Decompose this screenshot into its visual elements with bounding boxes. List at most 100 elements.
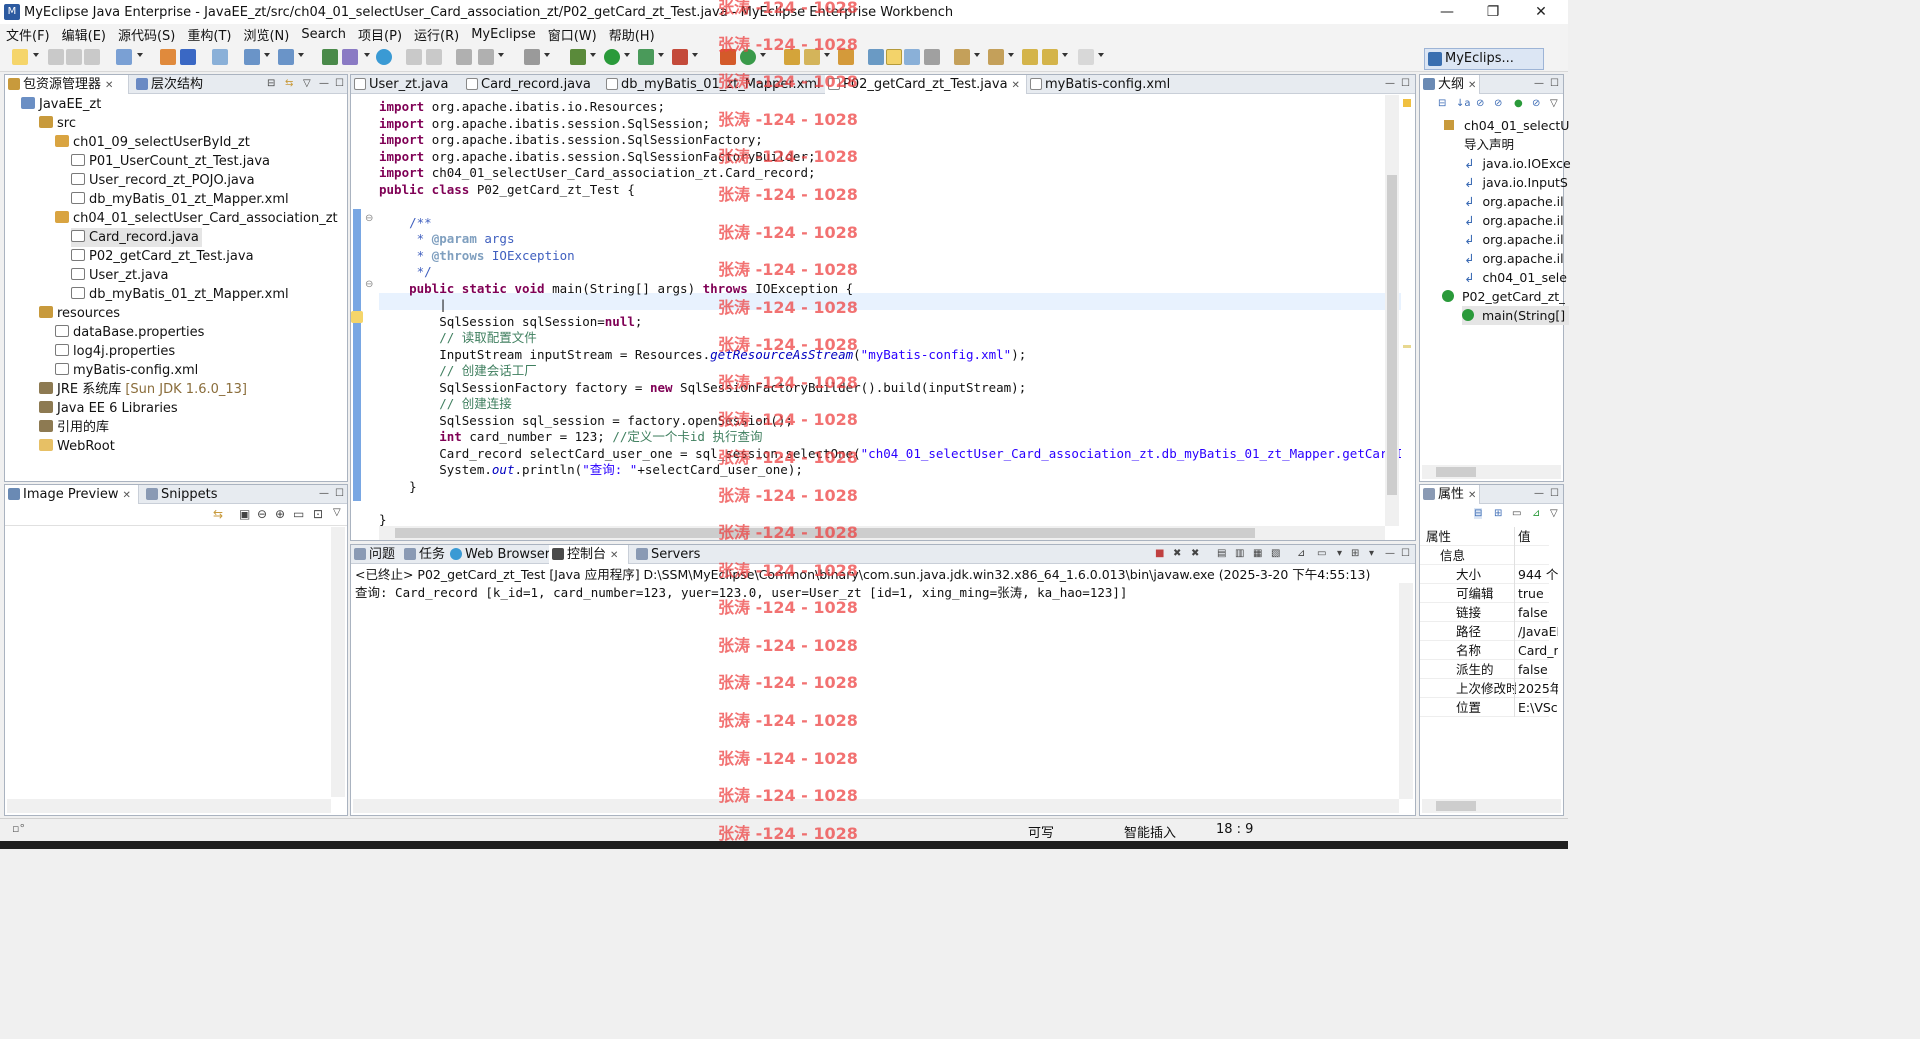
editor-hscroll-thumb[interactable] — [395, 528, 1255, 538]
editor-vscroll-thumb[interactable] — [1387, 175, 1397, 495]
property-row[interactable]: 路径/JavaEE_ — [1420, 622, 1558, 641]
run-coverage-icon[interactable] — [638, 49, 654, 65]
close-icon[interactable]: ✕ — [1468, 490, 1476, 501]
property-row[interactable]: 上次修改时2025年3 — [1420, 679, 1558, 698]
outline-horizontal-scrollbar[interactable] — [1422, 465, 1561, 479]
next-annotation-icon[interactable] — [954, 49, 970, 65]
show-advanced-icon[interactable]: ⊞ — [1494, 508, 1502, 519]
zoom-in-icon[interactable]: ⊕ — [275, 507, 285, 521]
menu-source[interactable]: 源代码(S) — [112, 25, 181, 44]
highlight-icon[interactable] — [886, 49, 902, 65]
minimize-view-icon[interactable]: — — [1385, 78, 1395, 89]
tree-item[interactable]: myBatis-config.xml — [55, 361, 198, 380]
tab-tasks[interactable]: 任务 — [401, 545, 447, 564]
minimize-view-icon[interactable]: — — [319, 78, 329, 89]
tree-item[interactable]: Java EE 6 Libraries — [39, 399, 178, 418]
property-row[interactable]: 可编辑 true — [1420, 584, 1549, 603]
outline-item[interactable]: ↲ org.apache.il — [1464, 230, 1564, 249]
restore-default-icon[interactable]: ▭ — [1512, 508, 1521, 519]
minimize-view-icon[interactable]: — — [1534, 78, 1544, 89]
back-icon[interactable] — [1042, 49, 1058, 65]
toggle-breadcrumb-icon[interactable] — [868, 49, 884, 65]
outline-item[interactable]: ↲ org.apache.il — [1464, 192, 1564, 211]
property-row[interactable]: 大小944 个字 — [1420, 565, 1558, 584]
server-dropdown-icon[interactable] — [264, 53, 270, 57]
zoom-out-icon[interactable]: ⊖ — [257, 507, 267, 521]
web-project-icon[interactable] — [322, 49, 338, 65]
next-annotation-dropdown-icon[interactable] — [974, 53, 980, 57]
back-dropdown-icon[interactable] — [1062, 53, 1068, 57]
menu-run[interactable]: 运行(R) — [408, 25, 465, 44]
property-row[interactable]: 链接 false — [1420, 603, 1549, 622]
tree-item[interactable]: resources — [39, 304, 120, 323]
fold-icon[interactable]: ⊖ — [365, 279, 373, 290]
new-class-icon[interactable] — [720, 49, 736, 65]
menu-help[interactable]: 帮助(H) — [603, 25, 661, 44]
refresh-dropdown-icon[interactable] — [760, 53, 766, 57]
pen-dropdown-icon[interactable] — [824, 53, 830, 57]
show-on-output-icon[interactable]: ▧ — [1271, 548, 1280, 559]
save-icon[interactable] — [48, 49, 64, 65]
publish-dropdown-icon[interactable] — [364, 53, 370, 57]
link-with-editor-icon[interactable]: ⇆ — [285, 78, 293, 89]
show-whitespace-icon[interactable] — [924, 49, 940, 65]
minimize-view-icon[interactable]: — — [1385, 548, 1395, 559]
outline-item[interactable]: P02_getCard_zt_ — [1442, 287, 1565, 306]
previous-annotation-dropdown-icon[interactable] — [1008, 53, 1014, 57]
tree-item[interactable]: src — [39, 114, 76, 133]
debug-icon[interactable] — [570, 49, 586, 65]
view-menu-icon[interactable]: ▽ — [1550, 508, 1558, 519]
fold-icon[interactable]: ⊖ — [365, 213, 373, 224]
hide-nonpublic-icon[interactable]: ● — [1514, 98, 1523, 109]
browser-icon[interactable] — [376, 49, 392, 65]
actual-size-icon[interactable]: ▭ — [293, 507, 304, 521]
tree-item[interactable]: P01_UserCount_zt_Test.java — [71, 152, 270, 171]
tree-item[interactable]: User_zt.java — [71, 266, 168, 285]
tab-console[interactable]: 控制台 ✕ — [549, 545, 629, 564]
display-console-icon[interactable]: ▭ — [1317, 548, 1326, 559]
outline-item[interactable]: ch04_01_selectU — [1444, 116, 1569, 135]
fit-window-icon[interactable]: ⊡ — [313, 507, 323, 521]
block-selection-icon[interactable] — [904, 49, 920, 65]
display-console-dropdown-icon[interactable]: ▾ — [1337, 548, 1342, 559]
property-row[interactable]: 名称Card_re — [1420, 641, 1558, 660]
maximize-button[interactable]: ❐ — [1470, 0, 1516, 24]
preview-horizontal-scrollbar[interactable] — [7, 799, 331, 813]
remove-launch-icon[interactable]: ✖ — [1173, 548, 1181, 559]
menu-myeclipse[interactable]: MyEclipse — [465, 27, 542, 42]
tab-mapper-xml[interactable]: db_myBatis_01_zt_Mapper.xml — [603, 75, 823, 94]
open-type-icon[interactable] — [160, 49, 176, 65]
forward-icon[interactable] — [1078, 49, 1094, 65]
report-dropdown-icon[interactable] — [498, 53, 504, 57]
close-icon[interactable]: ✕ — [610, 550, 618, 561]
open-console-dropdown-icon[interactable]: ▾ — [1369, 548, 1374, 559]
tab-user-zt-java[interactable]: User_zt.java — [351, 75, 463, 94]
minimize-view-icon[interactable]: — — [319, 488, 329, 499]
tree-item[interactable]: WebRoot — [39, 437, 115, 456]
outline-item[interactable]: ↲ java.io.IOExce — [1464, 154, 1571, 173]
code-area[interactable]: ⊖ ⊖ import org.apache.ibatis.io.Resource… — [351, 95, 1410, 527]
refresh-icon[interactable] — [740, 49, 756, 65]
report-icon[interactable] — [478, 49, 494, 65]
menu-search[interactable]: Search — [295, 27, 352, 42]
menu-file[interactable]: 文件(F) — [0, 25, 56, 44]
tree-item[interactable]: log4j.properties — [55, 342, 175, 361]
refresh-preview-icon[interactable]: ⇆ — [213, 507, 223, 521]
server-icon[interactable] — [244, 49, 260, 65]
new-project-dropdown-icon[interactable] — [137, 53, 143, 57]
tree-item[interactable]: ch01_09_selectUserById_zt — [55, 133, 250, 152]
new-java-project-icon[interactable] — [116, 49, 132, 65]
launch-dropdown-icon[interactable] — [298, 53, 304, 57]
tab-problems[interactable]: 问题 — [351, 545, 401, 564]
editor-vertical-scrollbar[interactable] — [1385, 95, 1399, 526]
outline-item-selected[interactable]: main(String[] — [1462, 306, 1570, 325]
fast-view-icon[interactable]: ▫° — [12, 822, 25, 835]
external-tools-dropdown-icon[interactable] — [692, 53, 698, 57]
coverage-dropdown-icon[interactable] — [658, 53, 664, 57]
view-menu-icon[interactable]: ▽ — [303, 78, 311, 89]
close-icon[interactable]: ✕ — [122, 490, 130, 501]
forward-dropdown-icon[interactable] — [1098, 53, 1104, 57]
hide-fields-icon[interactable]: ⊘ — [1476, 98, 1484, 109]
clear-console-icon[interactable]: ▤ — [1217, 548, 1226, 559]
run-dropdown-icon[interactable] — [624, 53, 630, 57]
